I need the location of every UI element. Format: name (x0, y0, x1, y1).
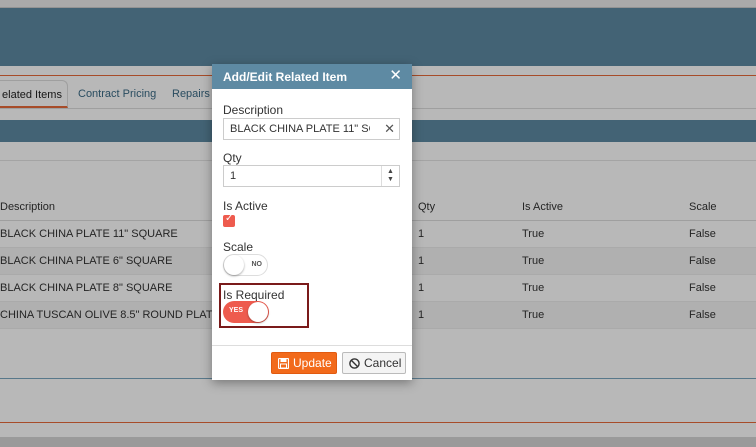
spin-up-icon[interactable]: ▲ (387, 168, 394, 176)
dialog-header: Add/Edit Related Item ✕ (212, 64, 412, 89)
scale-toggle[interactable]: NO (223, 254, 268, 276)
cancel-button-label: Cancel (364, 356, 402, 370)
is-required-label: Is Required (223, 288, 285, 302)
add-edit-related-item-dialog: Add/Edit Related Item ✕ Description BLAC… (212, 64, 412, 380)
scale-label: Scale (223, 240, 254, 254)
dialog-footer-divider (212, 345, 412, 346)
clear-icon[interactable]: ✕ (384, 119, 395, 139)
update-button-label: Update (293, 356, 332, 370)
qty-spinner: ▲ ▼ (381, 166, 399, 186)
is-required-toggle-text: YES (229, 307, 244, 314)
qty-numeric-input[interactable]: 1 ▲ ▼ (223, 165, 400, 187)
cancel-icon (349, 358, 360, 369)
scale-toggle-text: NO (251, 261, 263, 268)
cancel-button[interactable]: Cancel (342, 352, 406, 374)
is-active-checkbox[interactable]: ✓ (223, 213, 235, 227)
is-required-toggle[interactable]: YES (223, 301, 269, 323)
save-icon (278, 358, 289, 369)
checkmark-icon: ✓ (225, 213, 234, 224)
dialog-title: Add/Edit Related Item (223, 70, 348, 84)
spin-down-icon[interactable]: ▼ (387, 176, 394, 184)
update-button[interactable]: Update (271, 352, 337, 374)
qty-value: 1 (230, 170, 237, 182)
description-label: Description (223, 103, 284, 117)
is-active-label: Is Active (223, 199, 268, 213)
close-icon[interactable]: ✕ (389, 67, 402, 85)
description-value: BLACK CHINA PLATE 11" SQUARE (230, 123, 370, 135)
toggle-knob (224, 255, 244, 275)
description-field[interactable]: BLACK CHINA PLATE 11" SQUARE ✕ (223, 118, 400, 140)
qty-label: Qty (223, 151, 242, 165)
toggle-knob (248, 302, 268, 322)
